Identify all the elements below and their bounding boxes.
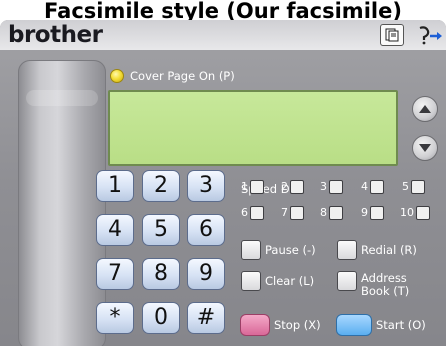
pause-button-label: Pause (-) (265, 243, 316, 257)
key-0[interactable]: 0 (142, 302, 180, 334)
speed-dial-1[interactable]: 1 (241, 178, 264, 196)
help-icon[interactable] (414, 24, 446, 46)
key-3[interactable]: 3 (187, 170, 225, 202)
speed-dial-3[interactable]: 3 (320, 178, 343, 196)
key-1[interactable]: 1 (96, 170, 134, 202)
speed-dial-10-box[interactable] (416, 206, 430, 220)
clear-button-cap[interactable] (241, 271, 261, 291)
speed-dial-8[interactable]: 8 (320, 204, 343, 222)
key-6[interactable]: 6 (187, 214, 225, 246)
key-7[interactable]: 7 (96, 258, 134, 290)
key-star[interactable]: * (96, 302, 134, 334)
speed-dial-5-box[interactable] (411, 180, 425, 194)
pause-button[interactable]: Pause (-) (241, 240, 316, 262)
speed-dial-5[interactable]: 5 (402, 178, 425, 196)
cover-page-label[interactable]: Cover Page On (P) (130, 69, 235, 83)
speed-dial-4[interactable]: 4 (361, 178, 384, 196)
clear-button[interactable]: Clear (L) (241, 271, 314, 293)
phone-handset-icon[interactable] (18, 60, 106, 346)
speed-dial-6-box[interactable] (250, 206, 264, 220)
start-button[interactable]: Start (O) (336, 313, 426, 337)
key-2[interactable]: 2 (142, 170, 180, 202)
address-book-button[interactable]: Address Book (T) (337, 271, 437, 298)
stop-button-cap[interactable] (240, 314, 270, 336)
stop-button[interactable]: Stop (X) (240, 313, 321, 337)
start-button-cap[interactable] (336, 314, 372, 336)
pause-button-cap[interactable] (241, 240, 261, 260)
speed-dial-6[interactable]: 6 (241, 204, 264, 222)
stop-button-label: Stop (X) (274, 318, 321, 332)
copy-icon[interactable] (380, 24, 404, 46)
clear-button-label: Clear (L) (265, 274, 315, 288)
redial-button-label: Redial (R) (361, 243, 417, 257)
speed-dial-1-box[interactable] (250, 180, 264, 194)
speed-dial-7[interactable]: 7 (281, 204, 304, 222)
brand-logo: brother (8, 22, 103, 48)
redial-button[interactable]: Redial (R) (337, 240, 417, 262)
lcd-display (108, 90, 398, 166)
key-5[interactable]: 5 (142, 214, 180, 246)
scroll-up-icon[interactable] (412, 96, 438, 122)
address-book-button-label: Address Book (T) (361, 271, 410, 298)
speed-dial-7-box[interactable] (290, 206, 304, 220)
address-book-button-cap[interactable] (337, 271, 357, 291)
speed-dial-8-box[interactable] (329, 206, 343, 220)
key-4[interactable]: 4 (96, 214, 134, 246)
speed-dial-9-box[interactable] (370, 206, 384, 220)
speed-dial-10[interactable]: 10 (400, 204, 430, 222)
speed-dial-2-box[interactable] (290, 180, 304, 194)
speed-dial-9[interactable]: 9 (361, 204, 384, 222)
speed-dial-2[interactable]: 2 (281, 178, 304, 196)
scroll-down-icon[interactable] (412, 135, 438, 161)
start-button-label: Start (O) (376, 318, 426, 332)
cover-page-led-icon[interactable] (110, 69, 124, 83)
key-hash[interactable]: # (187, 302, 225, 334)
key-8[interactable]: 8 (142, 258, 180, 290)
speed-dial-3-box[interactable] (329, 180, 343, 194)
speed-dial-4-box[interactable] (370, 180, 384, 194)
fax-panel: brother Cover Page On (P) 1 2 3 4 5 6 7 … (0, 20, 446, 346)
redial-button-cap[interactable] (337, 240, 357, 260)
key-9[interactable]: 9 (187, 258, 225, 290)
